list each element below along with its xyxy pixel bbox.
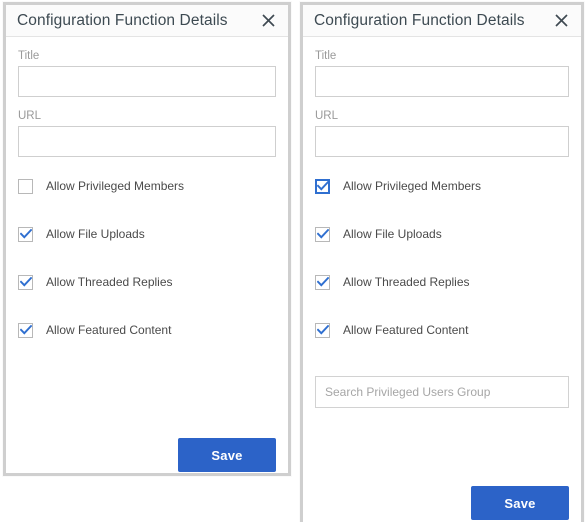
dialog-inner-right: Configuration Function Details Title URL	[303, 5, 581, 522]
checkbox-row-allow-file-uploads[interactable]: Allow File Uploads	[315, 226, 569, 242]
checkbox-row-allow-featured-content[interactable]: Allow Featured Content	[315, 322, 569, 338]
dialog-footer-right: Save	[471, 486, 569, 520]
checkmark-icon	[19, 324, 32, 335]
checkbox-row-allow-file-uploads[interactable]: Allow File Uploads	[18, 226, 276, 242]
url-field-label: URL	[18, 110, 42, 122]
url-field-label: URL	[315, 110, 339, 122]
checkbox-allow-privileged-members[interactable]	[315, 178, 330, 194]
checkbox-label-allow-privileged-members: Allow Privileged Members	[46, 178, 185, 193]
dialog-body-right: Title URL Allow Privileged Members Allow…	[303, 50, 581, 522]
permissions-checkbox-list: Allow Privileged Members Allow File Uplo…	[315, 178, 569, 338]
checkbox-label-allow-featured-content: Allow Featured Content	[46, 322, 172, 337]
checkbox-allow-threaded-replies[interactable]	[18, 274, 33, 290]
checkbox-row-allow-threaded-replies[interactable]: Allow Threaded Replies	[18, 274, 276, 290]
privileged-users-search-wrapper	[315, 376, 569, 408]
save-button[interactable]: Save	[178, 438, 276, 472]
configuration-dialog-right: Configuration Function Details Title URL	[300, 2, 584, 522]
checkbox-row-allow-featured-content[interactable]: Allow Featured Content	[18, 322, 276, 338]
checkmark-icon	[19, 276, 32, 287]
checkmark-icon	[316, 228, 329, 239]
dialog-body-left: Title URL Allow Privileged Members Allow…	[6, 50, 288, 473]
checkbox-allow-featured-content[interactable]	[315, 322, 330, 338]
title-field-label: Title	[18, 50, 40, 62]
url-input[interactable]	[18, 126, 276, 157]
dialog-title-right: Configuration Function Details	[314, 11, 525, 29]
configuration-dialog-left: Configuration Function Details Title URL…	[3, 2, 291, 476]
checkmark-icon	[19, 228, 32, 239]
checkbox-allow-file-uploads[interactable]	[18, 226, 33, 242]
dialog-footer-left: Save	[178, 438, 276, 472]
checkbox-label-allow-threaded-replies: Allow Threaded Replies	[46, 274, 173, 289]
checkmark-icon	[316, 324, 329, 335]
close-icon[interactable]	[258, 11, 278, 31]
checkbox-label-allow-file-uploads: Allow File Uploads	[343, 226, 442, 241]
title-input[interactable]	[18, 66, 276, 97]
checkbox-allow-featured-content[interactable]	[18, 322, 33, 338]
checkbox-row-allow-privileged-members[interactable]: Allow Privileged Members	[315, 178, 569, 194]
checkbox-row-allow-privileged-members[interactable]: Allow Privileged Members	[18, 178, 276, 194]
search-privileged-users-input[interactable]	[315, 376, 569, 408]
dialog-inner-left: Configuration Function Details Title URL…	[6, 5, 288, 473]
dialog-header-left: Configuration Function Details	[6, 5, 288, 37]
dialog-header-right: Configuration Function Details	[303, 5, 581, 37]
checkbox-allow-threaded-replies[interactable]	[315, 274, 330, 290]
url-input[interactable]	[315, 126, 569, 157]
checkbox-label-allow-file-uploads: Allow File Uploads	[46, 226, 145, 241]
save-button[interactable]: Save	[471, 486, 569, 520]
checkmark-icon	[316, 180, 329, 191]
checkbox-label-allow-featured-content: Allow Featured Content	[343, 322, 469, 337]
title-input[interactable]	[315, 66, 569, 97]
permissions-checkbox-list: Allow Privileged Members Allow File Uplo…	[18, 178, 276, 338]
title-field-label: Title	[315, 50, 337, 62]
dialog-comparison-stage: Configuration Function Details Title URL…	[0, 0, 586, 522]
checkbox-row-allow-threaded-replies[interactable]: Allow Threaded Replies	[315, 274, 569, 290]
checkbox-allow-file-uploads[interactable]	[315, 226, 330, 242]
checkmark-icon	[316, 276, 329, 287]
dialog-title-left: Configuration Function Details	[17, 11, 228, 29]
checkbox-allow-privileged-members[interactable]	[18, 178, 33, 194]
close-icon[interactable]	[551, 11, 571, 31]
checkbox-label-allow-threaded-replies: Allow Threaded Replies	[343, 274, 470, 289]
checkbox-label-allow-privileged-members: Allow Privileged Members	[343, 178, 482, 193]
